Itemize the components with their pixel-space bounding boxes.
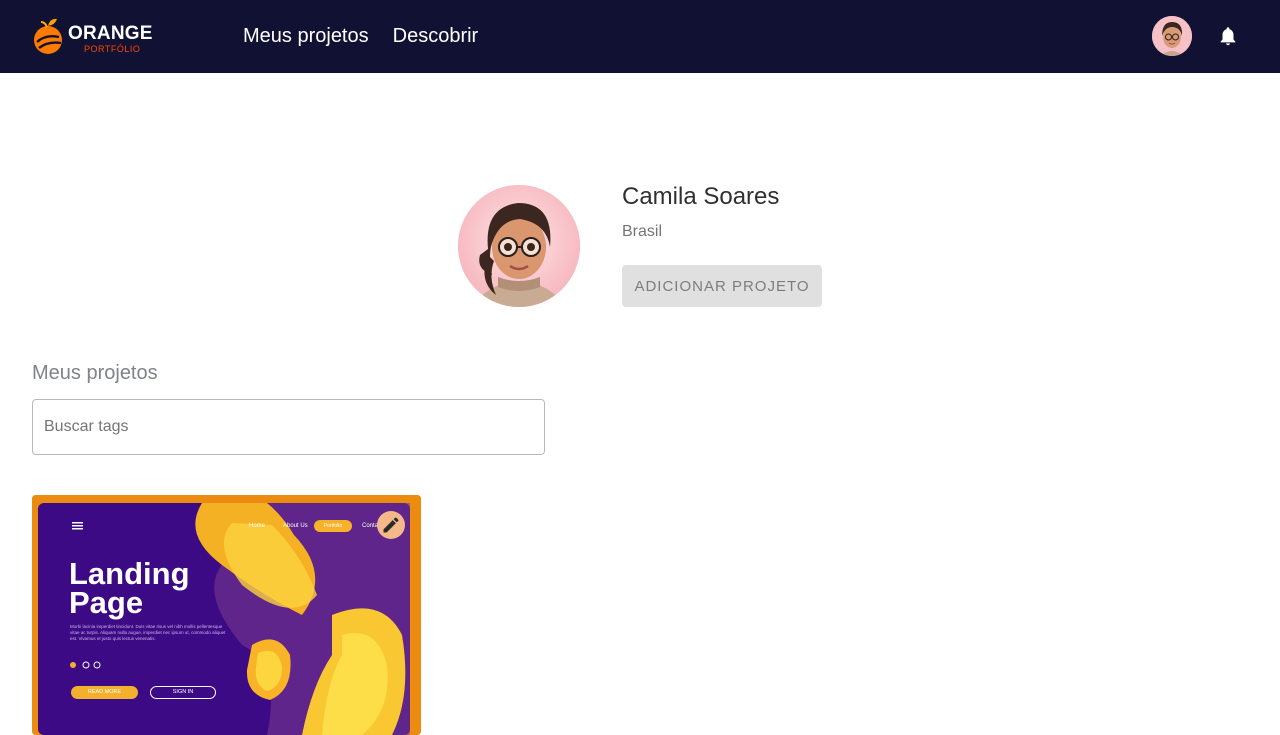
profile-avatar-illustration [458, 185, 580, 307]
logo-sub-text: PORTFÓLIO [84, 44, 141, 54]
thumb-body-text: Morbi lacinia imperdiet tincidunt. Duis … [70, 624, 226, 641]
thumb-nav-portfolio: Portfolio [314, 520, 352, 532]
profile-avatar [458, 185, 580, 307]
edit-project-button[interactable] [377, 511, 405, 539]
thumb-nav-about: About Us [283, 523, 308, 529]
orange-portfolio-logo[interactable]: ORANGE PORTFÓLIO [32, 16, 152, 58]
project-card[interactable]: Home About Us Portfolio Conta Landing Pa… [32, 495, 421, 735]
nav-item-descobrir[interactable]: Descobrir [393, 24, 479, 48]
bell-icon[interactable] [1217, 25, 1239, 47]
thumb-sign-in-button: SIGN IN [150, 686, 216, 699]
nav-item-meus-projetos[interactable]: Meus projetos [243, 24, 369, 48]
avatar-illustration [1152, 16, 1192, 56]
orange-logo-icon [34, 18, 62, 54]
profile-country: Brasil [622, 223, 663, 240]
edit-pencil-icon [383, 517, 399, 533]
thumb-title: Landing Page [69, 556, 190, 620]
add-project-button[interactable]: ADICIONAR PROJETO [622, 265, 822, 307]
thumb-nav-conta: Conta [362, 523, 379, 529]
main-nav: Meus projetos Descobrir [243, 24, 478, 48]
profile-name: Camila Soares [622, 183, 780, 210]
projects-section-title: Meus projetos [32, 362, 158, 384]
user-avatar[interactable] [1152, 16, 1192, 56]
thumb-read-more-button: READ MORE [71, 686, 138, 699]
logo-brand-text: ORANGE [68, 23, 153, 44]
search-tags-input[interactable] [32, 399, 545, 455]
top-bar: ORANGE PORTFÓLIO Meus projetos Descobrir [0, 0, 1280, 73]
thumb-nav-home: Home [249, 523, 266, 529]
